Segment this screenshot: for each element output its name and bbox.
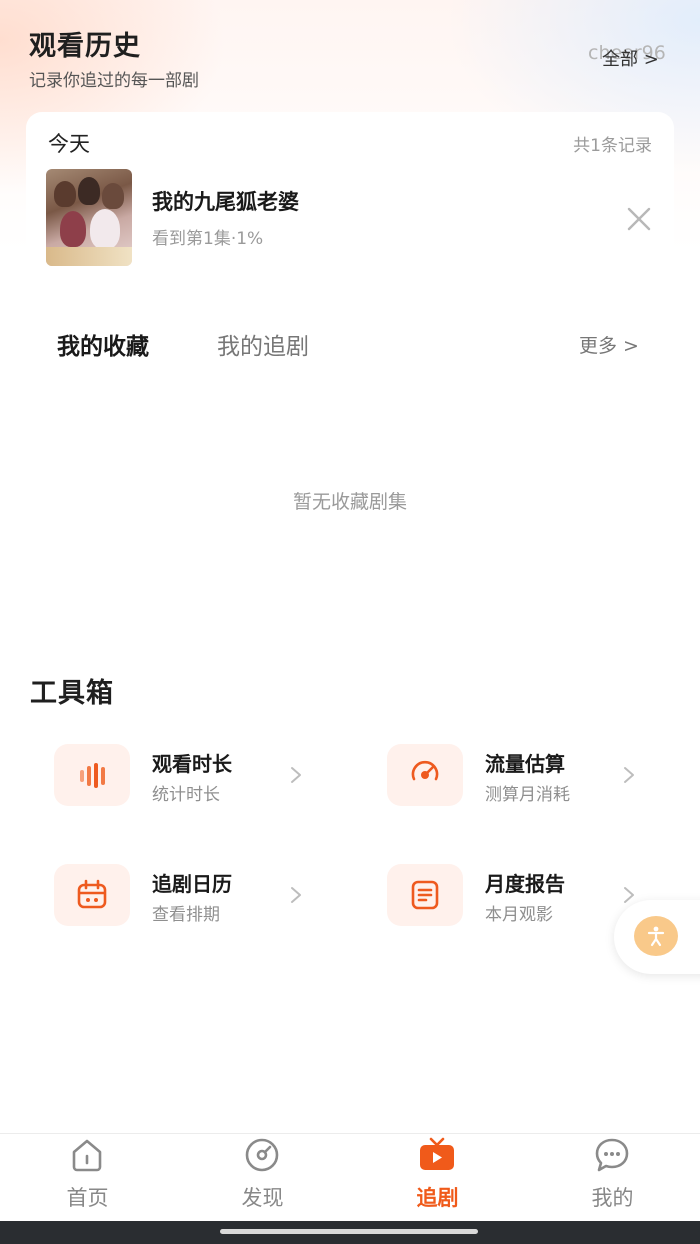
watch-history-page: 观看历史 记录你追过的每一部剧 cheer96 全部 > 今天 共1条记录 我的… — [0, 0, 700, 1244]
tool-description: 查看排期 — [152, 905, 220, 925]
chevron-right-icon — [624, 767, 634, 783]
nav-follow-drama[interactable]: 追剧 — [350, 1134, 525, 1222]
accessibility-icon[interactable] — [634, 916, 678, 956]
nav-label: 发现 — [241, 1186, 284, 1210]
floating-accessibility-tab[interactable] — [614, 900, 700, 974]
tab-my-following[interactable]: 我的追剧 — [217, 327, 309, 361]
home-indicator[interactable] — [220, 1229, 478, 1234]
chevron-right-icon — [291, 887, 301, 903]
tool-drama-calendar[interactable]: 追剧日历 查看排期 — [54, 864, 334, 930]
discover-icon — [245, 1138, 279, 1172]
calendar-icon — [54, 864, 130, 926]
more-link[interactable]: 更多 > — [579, 331, 639, 358]
chevron-right-icon — [291, 767, 301, 783]
drama-cover-image[interactable] — [46, 169, 132, 266]
tool-description: 本月观影 — [485, 905, 553, 925]
tool-description: 统计时长 — [152, 785, 220, 805]
history-card: 今天 共1条记录 我的九尾狐老婆 看到第1集·1% — [26, 112, 674, 282]
tool-name: 追剧日历 — [152, 872, 232, 896]
tool-traffic-estimate[interactable]: 流量估算 测算月消耗 — [387, 744, 667, 810]
system-navigation-bar — [0, 1221, 700, 1244]
tool-description: 测算月消耗 — [485, 785, 570, 805]
report-icon — [387, 864, 463, 926]
drama-title[interactable]: 我的九尾狐老婆 — [152, 186, 299, 216]
chat-bubble-icon — [595, 1138, 629, 1172]
bar-stats-icon — [54, 744, 130, 806]
history-subtitle: 记录你追过的每一部剧 — [29, 71, 199, 91]
gauge-icon — [387, 744, 463, 806]
history-title: 观看历史 — [29, 31, 141, 62]
view-all-history-link[interactable]: 全部 > — [602, 45, 659, 71]
nav-label: 我的 — [591, 1186, 634, 1210]
tool-name: 流量估算 — [485, 752, 565, 776]
nav-mine[interactable]: 我的 — [525, 1134, 700, 1222]
tool-name: 观看时长 — [152, 752, 232, 776]
bottom-navigation: 首页 发现 追剧 我的 — [0, 1133, 700, 1221]
close-icon[interactable] — [624, 204, 654, 234]
tv-icon — [420, 1137, 454, 1170]
nav-home[interactable]: 首页 — [0, 1134, 175, 1222]
nav-label: 追剧 — [416, 1186, 459, 1210]
tool-watch-duration[interactable]: 观看时长 统计时长 — [54, 744, 334, 810]
record-count: 共1条记录 — [573, 136, 652, 156]
today-label: 今天 — [48, 132, 90, 156]
home-icon — [72, 1139, 102, 1172]
tab-my-favorites[interactable]: 我的收藏 — [57, 327, 149, 361]
empty-favorites-text: 暂无收藏剧集 — [292, 491, 407, 513]
nav-label: 首页 — [66, 1186, 109, 1210]
drama-progress: 看到第1集·1% — [152, 229, 264, 249]
tool-name: 月度报告 — [485, 872, 565, 896]
toolbox-title: 工具箱 — [30, 678, 114, 709]
nav-discover[interactable]: 发现 — [175, 1134, 350, 1222]
